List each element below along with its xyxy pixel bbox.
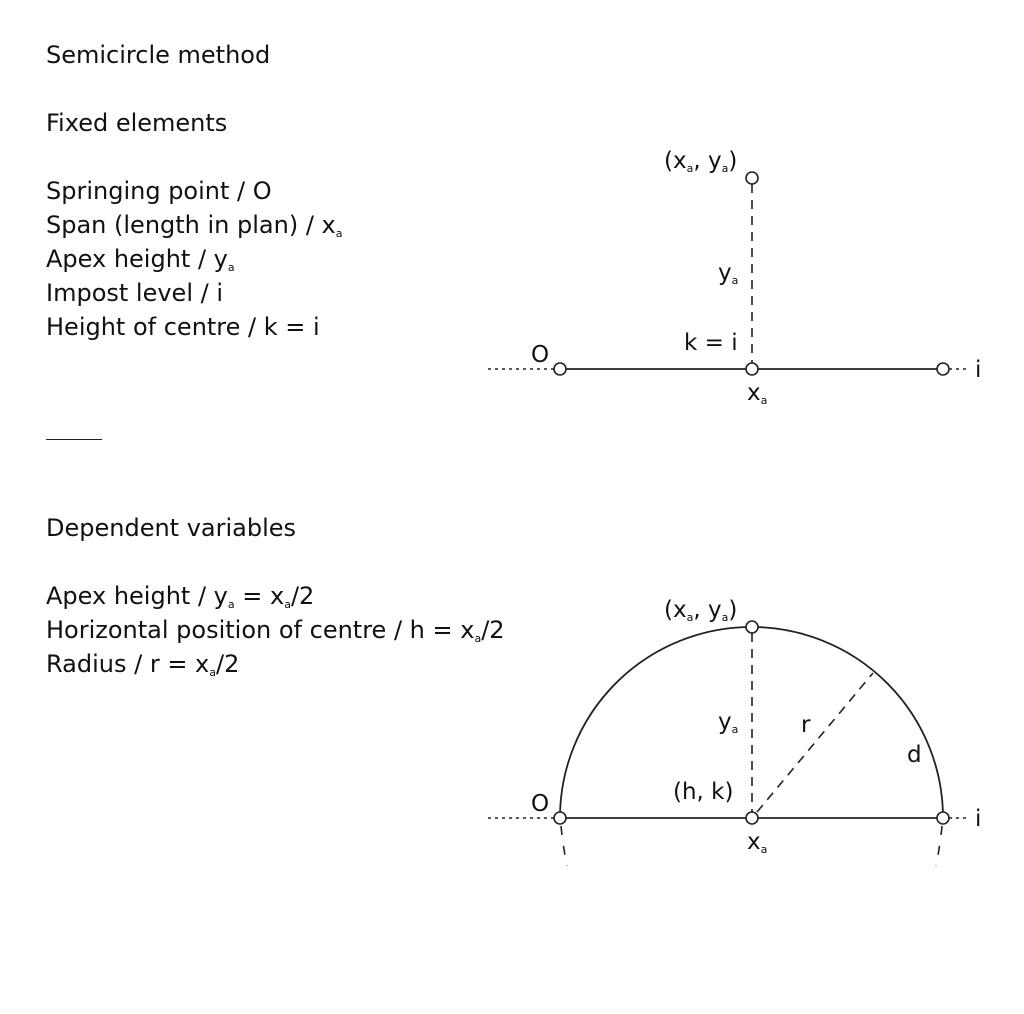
centre-point-marker bbox=[745, 811, 759, 825]
apex-coordinate-label: (xa, ya) bbox=[664, 148, 737, 175]
impost-level-label: i bbox=[975, 806, 981, 832]
span-label: xa bbox=[747, 829, 767, 856]
centre-coordinate-label: (h, k) bbox=[673, 779, 733, 805]
springing-point-marker bbox=[553, 362, 567, 376]
apex-point-marker bbox=[745, 620, 759, 634]
apex-point-marker bbox=[745, 171, 759, 185]
impost-level-label: i bbox=[975, 357, 981, 383]
springing-point-label: O bbox=[531, 791, 549, 817]
radius-label: r bbox=[801, 712, 811, 738]
impost-point-marker bbox=[936, 362, 950, 376]
apex-coordinate-label: (xa, ya) bbox=[664, 597, 737, 624]
centre-height-label: k = i bbox=[684, 330, 738, 356]
radius-line bbox=[756, 672, 874, 813]
springing-point-marker bbox=[553, 811, 567, 825]
span-label: xa bbox=[747, 380, 767, 407]
arc-length-label: d bbox=[907, 742, 922, 768]
centre-point-marker bbox=[745, 362, 759, 376]
apex-height-label: ya bbox=[718, 709, 738, 736]
arc-continuation-left bbox=[560, 825, 568, 867]
dependent-variables-diagram: (xa, ya) ya r d (h, k) O i xa bbox=[488, 597, 981, 867]
arc-continuation-right bbox=[935, 825, 943, 867]
fixed-elements-diagram: (xa, ya) ya k = i O i xa bbox=[488, 148, 981, 407]
springing-point-label: O bbox=[531, 342, 549, 368]
apex-height-label: ya bbox=[718, 260, 738, 287]
impost-point-marker bbox=[936, 811, 950, 825]
diagram-canvas: (xa, ya) ya k = i O i xa (xa, ya) ya r d… bbox=[488, 148, 981, 867]
